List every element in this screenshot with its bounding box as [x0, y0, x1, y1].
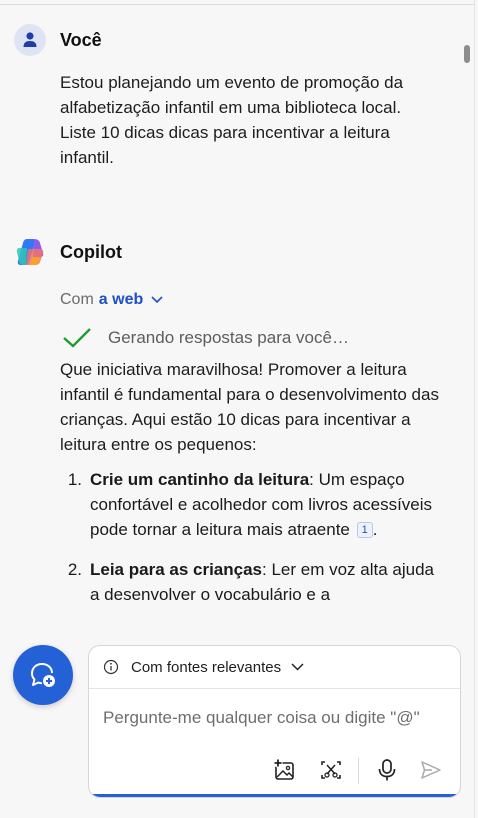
composer-focus-bar — [89, 794, 460, 797]
tip-title: Crie um cantinho da leitura — [90, 470, 310, 489]
new-chat-icon — [31, 663, 55, 687]
send-button[interactable] — [417, 756, 445, 784]
user-icon — [23, 32, 37, 47]
voice-input-button[interactable] — [373, 756, 401, 784]
list-item-number: 1. — [67, 470, 82, 489]
send-icon — [421, 761, 441, 779]
top-divider — [0, 4, 474, 5]
generating-label: Gerando respostas para você… — [108, 328, 349, 347]
tip-end: . — [372, 520, 378, 539]
source-prefix: Com — [60, 291, 94, 308]
tip-title: Leia para as crianças — [90, 560, 263, 579]
user-message-header: Você — [14, 24, 102, 56]
add-image-button[interactable] — [271, 756, 299, 784]
list-item: 1. Crie um cantinho da leitura: Um espaç… — [60, 467, 440, 542]
tips-list: 1. Crie um cantinho da leitura: Um espaç… — [60, 467, 440, 622]
scrollbar-thumb[interactable] — [464, 45, 470, 63]
source-selector[interactable]: Com a web — [60, 291, 163, 309]
toolbar-separator — [358, 758, 359, 784]
add-image-icon — [273, 758, 294, 780]
chevron-down-icon — [291, 663, 304, 671]
right-divider — [474, 0, 475, 818]
relevant-sources-label: Com fontes relevantes — [131, 658, 282, 676]
chat-composer: Com fontes relevantes — [88, 645, 461, 798]
copilot-message-header: Copilot — [14, 236, 122, 268]
composer-divider — [89, 688, 460, 689]
list-item-body: Crie um cantinho da leitura: Um espaço c… — [90, 467, 440, 542]
citation-badge[interactable]: 1 — [356, 522, 373, 538]
composer-toolbar — [89, 756, 460, 786]
source-link[interactable]: a web — [99, 291, 143, 309]
new-topic-button[interactable] — [13, 645, 73, 705]
copilot-intro-text: Que iniciativa maravilhosa! Promover a l… — [60, 360, 439, 454]
relevant-sources-dropdown[interactable]: Com fontes relevantes — [89, 646, 460, 688]
copilot-author-name: Copilot — [60, 241, 122, 262]
scroll-fade — [0, 600, 474, 640]
info-icon — [103, 659, 119, 675]
screenshot-icon — [321, 761, 341, 779]
user-author-name: Você — [60, 29, 102, 50]
user-message-text: Estou planejando um evento de promoção d… — [60, 73, 404, 167]
generating-status: Gerando respostas para você… — [62, 327, 349, 349]
copilot-logo-icon — [16, 239, 44, 265]
microphone-icon — [378, 759, 396, 781]
screenshot-button[interactable] — [317, 756, 345, 784]
chevron-down-icon — [151, 296, 163, 304]
chat-input[interactable] — [103, 708, 443, 728]
user-avatar — [14, 24, 46, 56]
checkmark-icon — [63, 328, 91, 348]
